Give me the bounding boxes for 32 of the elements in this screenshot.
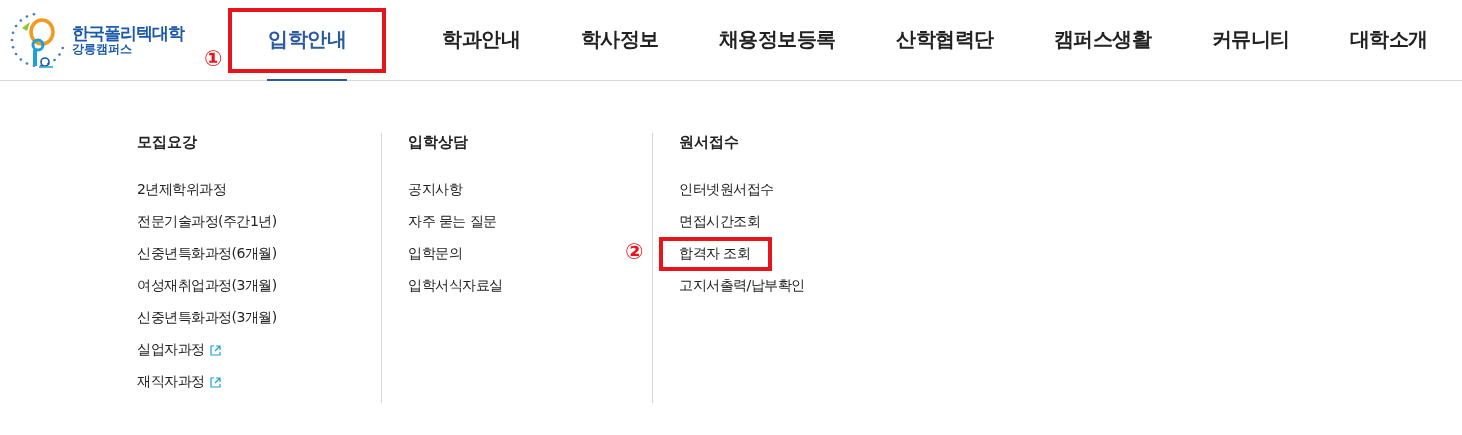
menu-link[interactable]: 인터넷원서접수 [679,181,774,199]
nav-tab[interactable]: 학과안내 [438,7,525,73]
nav-tab[interactable]: 채용정보등록 [714,7,840,73]
menu-link[interactable]: 합격자 조회 [659,237,773,271]
menu-link[interactable]: 입학서식자료실 [408,277,503,295]
menu-heading: 모집요강 [137,133,198,152]
menu-heading: 원서접수 [679,133,740,152]
menu-link[interactable]: 신중년특화과정(3개월) [137,309,277,327]
menu-link[interactable]: 실업자과정 [137,341,205,359]
nav-tab[interactable]: 학사정보 [576,7,663,73]
nav-tab[interactable]: 산학협력단 [892,7,998,73]
menu-link[interactable]: 2년제학위과정 [137,181,227,199]
menu-link[interactable]: 입학문의 [408,245,462,263]
menu-link[interactable]: 재직자과정 [137,373,205,391]
external-link-icon [209,376,221,388]
annotation-marker: ① [204,48,223,70]
nav-tab[interactable]: 커뮤니티 [1207,7,1294,73]
campus-name: 강릉캠퍼스 [72,42,132,56]
university-name: 한국폴리텍대학 [72,24,184,43]
menu-heading: 입학상담 [408,133,469,152]
menu-link[interactable]: 전문기술과정(주간1년) [137,213,277,231]
menu-link[interactable]: 여성재취업과정(3개월) [137,277,277,295]
menu-link[interactable]: 고지서출력/납부확인 [679,277,805,295]
menu-link[interactable]: 공지사항 [408,181,462,199]
nav-tab[interactable]: 대학소개 [1345,7,1432,73]
menu-link[interactable]: 신중년특화과정(6개월) [137,245,277,263]
annotation-marker: ② [625,241,644,263]
menu-link[interactable]: 면접시간조회 [679,213,760,231]
nav-tab[interactable]: 캠퍼스생활 [1049,7,1156,73]
nav-tab[interactable]: 입학안내 [228,7,386,73]
menu-link[interactable]: 자주 묻는 질문 [408,213,497,231]
external-link-icon [209,344,221,356]
